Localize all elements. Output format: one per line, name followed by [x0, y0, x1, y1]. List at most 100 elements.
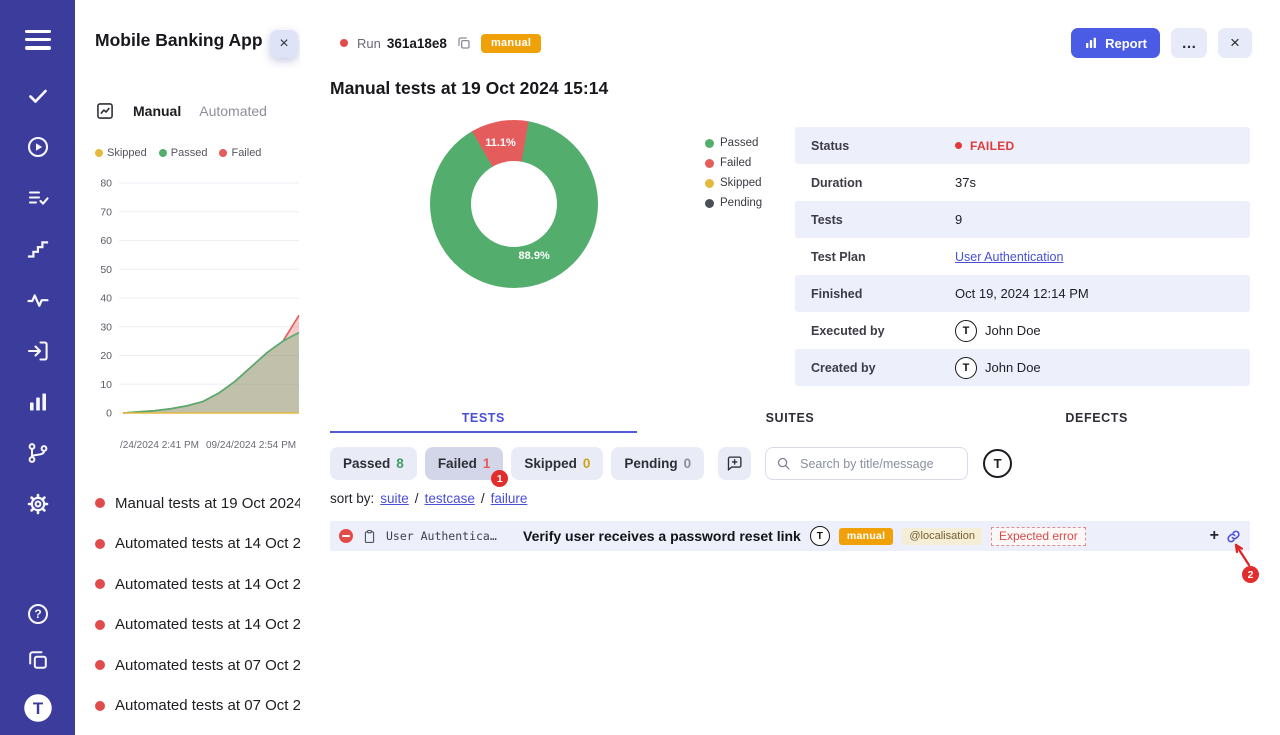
legend-item-passed: Passed — [159, 147, 208, 159]
svg-text:50: 50 — [100, 264, 112, 276]
report-button[interactable]: Report — [1071, 28, 1160, 58]
svg-text:10: 10 — [100, 379, 112, 391]
passed-percent-label: 88.9% — [519, 250, 550, 262]
run-list-item[interactable]: Automated tests at 14 Oct 2024 — [95, 524, 300, 565]
result-tabs: TESTS SUITES DEFECTS — [330, 404, 1250, 433]
avatar: T — [955, 320, 977, 342]
passed-dot — [705, 139, 714, 148]
tab-tests[interactable]: TESTS — [330, 404, 637, 433]
filter-row: Passed8 Failed1 1 Skipped0 Pending0 T — [330, 447, 1250, 480]
run-header: Run 361a18e8 manual Report … × — [340, 27, 1252, 59]
test-title[interactable]: Verify user receives a password reset li… — [523, 528, 801, 544]
test-plan-link[interactable]: User Authentication — [955, 250, 1063, 264]
sort-by-testcase[interactable]: testcase — [425, 491, 475, 506]
app-logo-icon[interactable]: T — [23, 693, 53, 723]
branch-icon[interactable] — [26, 441, 50, 465]
filter-skipped-button[interactable]: Skipped0 — [511, 447, 603, 480]
tab-manual[interactable]: Manual — [133, 103, 181, 119]
run-info-table: Status FAILED Duration 37s Tests 9 Test … — [795, 127, 1250, 386]
menu-icon[interactable] — [25, 25, 51, 54]
legend-item-skipped: Skipped — [705, 177, 762, 189]
info-row-duration: Duration 37s — [795, 164, 1250, 201]
svg-text:30: 30 — [100, 321, 112, 333]
svg-text:60: 60 — [100, 235, 112, 247]
filter-failed-button[interactable]: Failed1 1 — [425, 447, 504, 480]
svg-text:40: 40 — [100, 293, 112, 305]
app-sidebar: ? T — [0, 0, 75, 735]
run-list-item[interactable]: Automated tests at 07 Oct 2024 — [95, 645, 300, 686]
annotation-step-2: 2 — [1242, 566, 1259, 583]
assignee-avatar-filter[interactable]: T — [983, 449, 1012, 478]
copy-icon[interactable] — [456, 35, 472, 51]
search-input[interactable] — [798, 456, 957, 472]
legend-item-pending: Pending — [705, 197, 762, 209]
test-type-badge: manual — [839, 528, 894, 545]
run-list-item[interactable]: Automated tests at 07 Oct 2024 — [95, 686, 300, 727]
runs-report-icon — [95, 101, 115, 121]
tab-automated[interactable]: Automated — [199, 103, 267, 119]
failed-run-dot — [95, 701, 105, 711]
help-icon[interactable]: ? — [26, 602, 50, 626]
svg-text:T: T — [32, 699, 43, 718]
run-detail: Run 361a18e8 manual Report … × Manual te… — [300, 0, 1280, 735]
run-list-item[interactable]: Manual tests at 19 Oct 2024 — [95, 483, 300, 524]
play-circle-icon[interactable] — [26, 135, 50, 159]
tab-defects[interactable]: DEFECTS — [943, 404, 1250, 433]
info-row-tests: Tests 9 — [795, 201, 1250, 238]
annotation-step-1: 1 — [491, 470, 508, 487]
filter-passed-button[interactable]: Passed8 — [330, 447, 417, 480]
sort-row: sort by: suite/ testcase/ failure — [330, 491, 527, 506]
project-panel: Mobile Banking App × Manual Automated Sk… — [75, 0, 301, 735]
svg-text:20: 20 — [100, 350, 112, 362]
failed-status-icon — [339, 529, 353, 543]
run-list-icon[interactable] — [26, 186, 50, 210]
info-row-test-plan: Test Plan User Authentication — [795, 238, 1250, 275]
suite-name[interactable]: User Authentica… — [386, 529, 514, 543]
sign-in-icon[interactable] — [26, 339, 50, 363]
panel-close-button[interactable]: × — [270, 30, 298, 58]
run-list-item[interactable]: Automated tests at 14 Oct 2024 — [95, 564, 300, 605]
run-label: Run — [357, 36, 381, 51]
gear-icon[interactable] — [26, 492, 50, 516]
test-row[interactable]: User Authentica… Verify user receives a … — [330, 521, 1250, 551]
info-row-finished: Finished Oct 19, 2024 12:14 PM — [795, 275, 1250, 312]
filter-pending-button[interactable]: Pending0 — [611, 447, 704, 480]
skipped-dot — [95, 149, 103, 157]
failed-percent-label: 11.1% — [485, 137, 516, 149]
status-value: FAILED — [970, 139, 1014, 153]
close-run-button[interactable]: × — [1218, 28, 1252, 58]
check-icon[interactable] — [26, 84, 50, 108]
error-chip[interactable]: Expected error — [991, 527, 1086, 546]
sort-by-failure[interactable]: failure — [491, 491, 528, 506]
more-button[interactable]: … — [1171, 28, 1207, 58]
info-row-executed-by: Executed by TJohn Doe — [795, 312, 1250, 349]
run-list-item[interactable]: Automated tests at 14 Oct 2024 — [95, 605, 300, 646]
failed-run-dot — [95, 579, 105, 589]
add-comment-button[interactable] — [718, 447, 751, 480]
avatar: T — [810, 526, 830, 546]
activity-icon[interactable] — [26, 288, 50, 312]
legend-item-skipped: Skipped — [95, 147, 147, 159]
add-icon[interactable]: + — [1210, 528, 1219, 544]
info-row-created-by: Created by TJohn Doe — [795, 349, 1250, 386]
skipped-dot — [705, 179, 714, 188]
tab-suites[interactable]: SUITES — [637, 404, 944, 433]
bar-chart-icon[interactable] — [26, 390, 50, 414]
sort-by-suite[interactable]: suite — [380, 491, 409, 506]
failed-run-dot — [95, 620, 105, 630]
test-tag[interactable]: @localisation — [902, 528, 982, 545]
run-id: 361a18e8 — [387, 36, 447, 51]
status-dot — [955, 142, 962, 149]
comment-plus-icon — [726, 455, 743, 472]
svg-text:?: ? — [34, 607, 41, 621]
trend-area-chart: 80706050403020100/24/2024 2:41 PM09/24/2… — [75, 168, 300, 458]
failed-run-dot — [95, 660, 105, 670]
legend-item-failed: Failed — [219, 147, 261, 159]
results-donut-chart: 11.1% 88.9% — [430, 120, 598, 288]
sort-label: sort by: — [330, 491, 374, 506]
donut-hole — [471, 161, 557, 247]
steps-icon[interactable] — [26, 237, 50, 261]
copy-docs-icon[interactable] — [26, 648, 50, 672]
run-list: Manual tests at 19 Oct 2024 Automated te… — [95, 483, 300, 726]
failed-run-dot — [95, 498, 105, 508]
